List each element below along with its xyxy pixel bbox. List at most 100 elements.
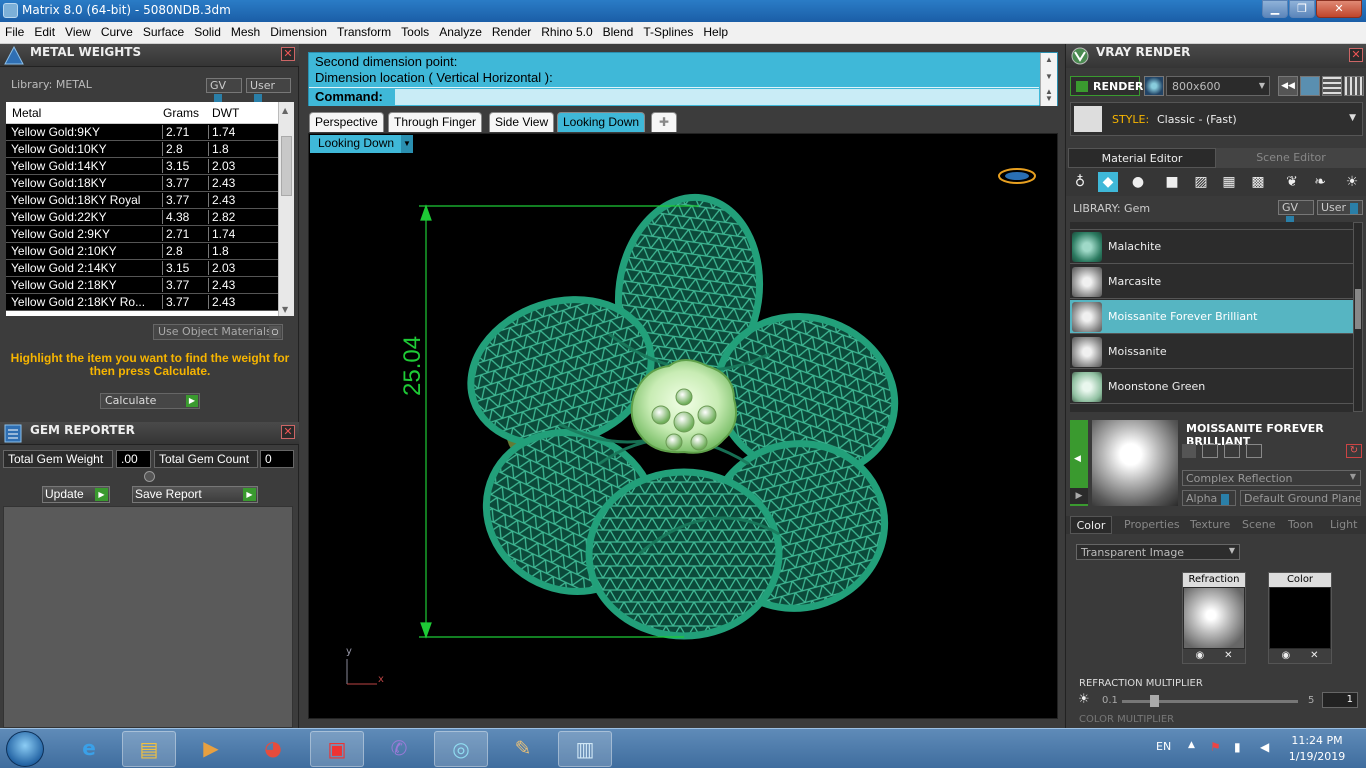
collapse-handle[interactable] — [144, 471, 155, 482]
reflection-select[interactable]: Complex Reflection ▼ — [1182, 470, 1361, 486]
command-scrollbar[interactable]: ▲ ▼ — [1040, 87, 1057, 106]
table-row[interactable]: Yellow Gold:9KY 2.71 1.74 — [6, 124, 278, 141]
list-icon[interactable] — [1322, 76, 1342, 96]
transparent-image-select[interactable]: Transparent Image ▼ — [1076, 544, 1240, 560]
viewport[interactable]: Looking Down ▼ 25.04 y x — [308, 133, 1058, 719]
show-hidden-icons-icon[interactable]: ▲ — [1188, 740, 1195, 750]
tab-light[interactable]: Light — [1330, 516, 1357, 534]
metal-user-toggle[interactable]: User — [246, 78, 291, 105]
metal-gv-toggle[interactable]: GV — [206, 78, 242, 105]
refresh-icon[interactable]: ↻ — [1346, 444, 1362, 458]
table-row[interactable]: Yellow Gold:14KY 3.15 2.03 — [6, 158, 278, 175]
update-button[interactable]: Update ▶ — [42, 486, 110, 503]
tab-scene-editor[interactable]: Scene Editor — [1216, 148, 1366, 168]
tab-material-editor[interactable]: Material Editor — [1068, 148, 1216, 168]
tab-color[interactable]: Color — [1070, 516, 1112, 534]
rewind-icon[interactable]: ◀◀ — [1278, 76, 1298, 96]
metal-scrollbar[interactable]: ▲ ▼ — [278, 102, 294, 316]
globe-icon[interactable] — [1144, 76, 1164, 96]
pattern-material-icon[interactable]: ▦ — [1219, 172, 1239, 192]
table-row[interactable]: Yellow Gold 2:14KY 3.15 2.03 — [6, 260, 278, 277]
metal-weights-close-icon[interactable]: ✕ — [281, 47, 295, 61]
plain-material-icon[interactable]: ■ — [1162, 172, 1182, 192]
refraction-multiplier-slider[interactable]: ☀ 0.1 5 1 — [1076, 692, 1360, 710]
volume-icon[interactable]: ◀ — [1260, 740, 1269, 754]
col-grams[interactable]: Grams — [163, 106, 199, 120]
paste-icon[interactable] — [1224, 444, 1240, 458]
gem-moissanite-forever-brilliant[interactable]: Moissanite Forever Brilliant — [1070, 300, 1353, 334]
table-row[interactable]: Yellow Gold:22KY 4.38 2.82 — [6, 209, 278, 226]
matrix-app-icon[interactable]: ◎ — [434, 731, 488, 767]
render-button[interactable]: RENDER — [1070, 76, 1143, 96]
color-swatch[interactable]: Color ◉ ✕ — [1268, 572, 1332, 664]
tab-side-view[interactable]: Side View — [489, 112, 555, 132]
save-report-button[interactable]: Save Report ▶ — [132, 486, 258, 503]
internet-explorer-icon[interactable]: e — [62, 731, 116, 767]
remote-desktop-icon[interactable]: ▥ — [558, 731, 612, 767]
language-indicator[interactable]: EN — [1156, 740, 1171, 753]
slider-handle[interactable] — [1150, 695, 1159, 707]
gem-list-scrollbar[interactable] — [1353, 222, 1363, 412]
table-row[interactable]: Yellow Gold:10KY 2.8 1.8 — [6, 141, 278, 158]
style-selector[interactable]: STYLE: Classic - (Fast) ▼ — [1070, 102, 1363, 136]
refraction-swatch[interactable]: Refraction ◉ ✕ — [1182, 572, 1246, 664]
start-button[interactable] — [6, 731, 44, 767]
hatch-material-icon[interactable]: ▨ — [1191, 172, 1211, 192]
table-row[interactable]: Yellow Gold 2:18KY Ro... 3.77 2.43 — [6, 294, 278, 311]
ground-plane-select[interactable]: Default Ground Plane — [1240, 490, 1361, 506]
menu-blend[interactable]: Blend — [598, 22, 639, 42]
clear-icon[interactable]: ✕ — [1224, 650, 1232, 661]
menu-tsplines[interactable]: T-Splines — [638, 22, 698, 42]
use-object-materials-button[interactable]: Use Object Materials ○ — [153, 324, 283, 340]
color-wheel-icon[interactable]: ◉ — [1281, 650, 1290, 661]
table-row[interactable]: Yellow Gold 2:9KY 2.71 1.74 — [6, 226, 278, 243]
gem-gv-toggle[interactable]: GV — [1278, 200, 1314, 227]
command-history-scrollbar[interactable]: ▲ ▼ — [1040, 53, 1057, 87]
close-button[interactable]: ✕ — [1316, 0, 1362, 18]
tab-through-finger[interactable]: Through Finger — [388, 112, 483, 132]
gem-reporter-close-icon[interactable]: ✕ — [281, 425, 295, 439]
calculate-button[interactable]: Calculate ▶ — [100, 393, 200, 409]
menu-render[interactable]: Render — [487, 22, 536, 42]
copy-icon[interactable] — [1202, 444, 1218, 458]
gem-user-toggle[interactable]: User — [1317, 200, 1363, 215]
chrome-icon[interactable]: ◕ — [246, 731, 300, 767]
gem-icon[interactable]: ◆ — [1098, 172, 1118, 192]
tab-texture[interactable]: Texture — [1190, 516, 1230, 534]
grid-icon[interactable] — [1344, 76, 1364, 96]
leaf-alt-icon[interactable]: ❧ — [1310, 172, 1330, 192]
media-player-icon[interactable]: ▶ — [184, 731, 238, 767]
menu-view[interactable]: View — [60, 22, 96, 42]
clock[interactable]: 11:24 PM 1/19/2019 — [1282, 733, 1352, 765]
menu-solid[interactable]: Solid — [189, 22, 226, 42]
file-explorer-icon[interactable]: ▤ — [122, 731, 176, 767]
menu-dimension[interactable]: Dimension — [265, 22, 332, 42]
leaf-icon[interactable]: ❦ — [1282, 172, 1302, 192]
paint-icon[interactable]: ✎ — [496, 731, 550, 767]
menu-surface[interactable]: Surface — [138, 22, 189, 42]
menu-edit[interactable]: Edit — [29, 22, 60, 42]
tab-properties[interactable]: Properties — [1124, 516, 1180, 534]
alpha-toggle[interactable]: Alpha — [1182, 490, 1236, 506]
save-icon[interactable] — [1182, 444, 1196, 458]
menu-tools[interactable]: Tools — [396, 22, 434, 42]
viber-icon[interactable]: ✆ — [372, 731, 426, 767]
menu-transform[interactable]: Transform — [332, 22, 396, 42]
slider-value[interactable]: 1 — [1322, 692, 1358, 708]
tab-perspective[interactable]: Perspective — [309, 112, 384, 132]
maximize-button[interactable]: ❐ — [1289, 0, 1315, 18]
table-row[interactable]: Yellow Gold 2:10KY 2.8 1.8 — [6, 243, 278, 260]
tab-scene[interactable]: Scene — [1242, 516, 1276, 534]
minimize-button[interactable]: ▁ — [1262, 0, 1288, 18]
color-wheel-icon[interactable]: ◉ — [1195, 650, 1204, 661]
table-row[interactable]: Yellow Gold:18KY Royal 3.77 2.43 — [6, 192, 278, 209]
menu-rhino[interactable]: Rhino 5.0 — [536, 22, 597, 42]
col-dwt[interactable]: DWT — [212, 106, 239, 120]
menu-file[interactable]: File — [0, 22, 29, 42]
menu-curve[interactable]: Curve — [96, 22, 138, 42]
gem-moonstone-green[interactable]: Moonstone Green — [1070, 370, 1353, 404]
gem-malachite[interactable]: Malachite — [1070, 230, 1353, 264]
clear-icon[interactable]: ✕ — [1310, 650, 1318, 661]
ring-icon[interactable]: ♁ — [1070, 172, 1090, 192]
gem-marcasite[interactable]: Marcasite — [1070, 265, 1353, 299]
